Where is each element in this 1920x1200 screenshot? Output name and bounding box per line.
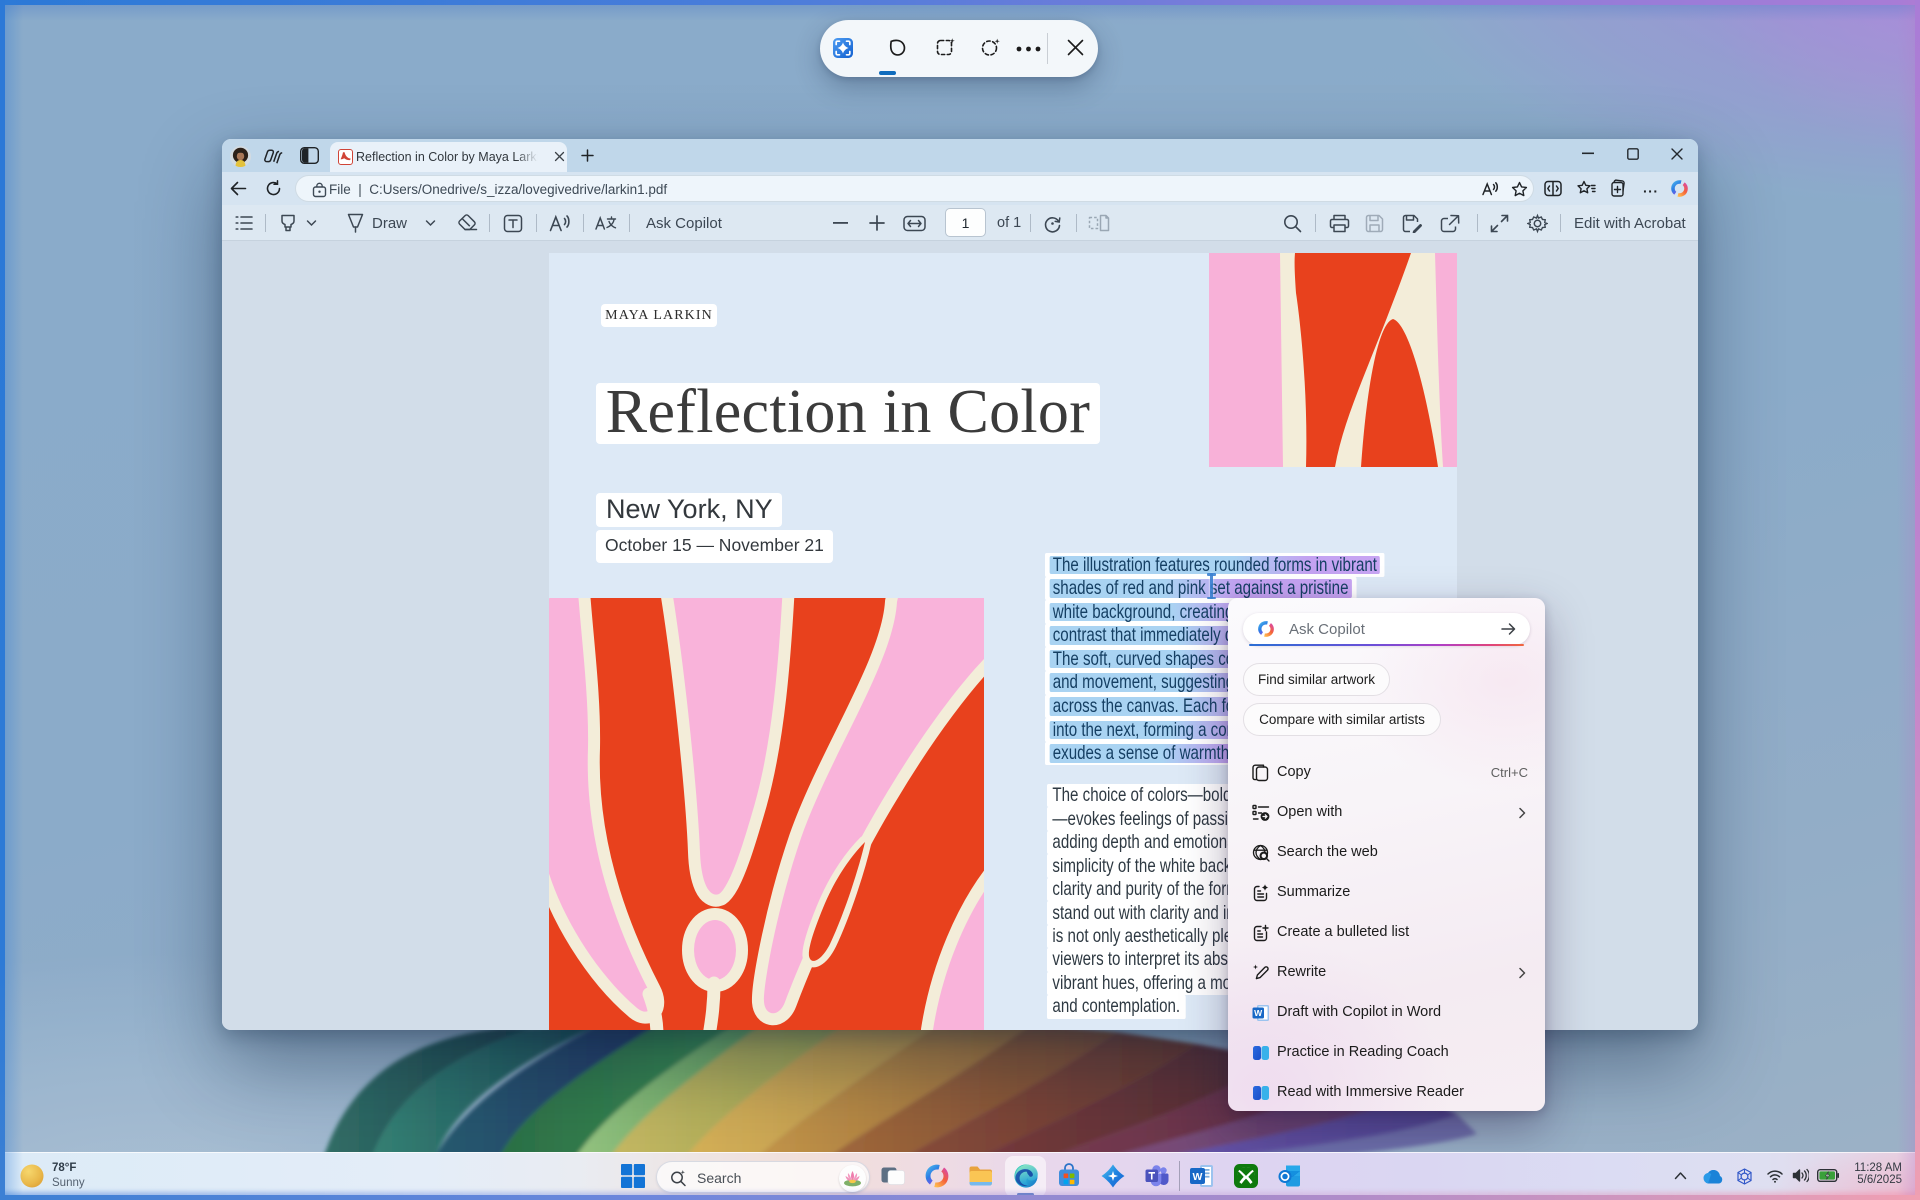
svg-text:W: W xyxy=(1193,1171,1203,1183)
svg-text:W: W xyxy=(1254,1008,1263,1018)
